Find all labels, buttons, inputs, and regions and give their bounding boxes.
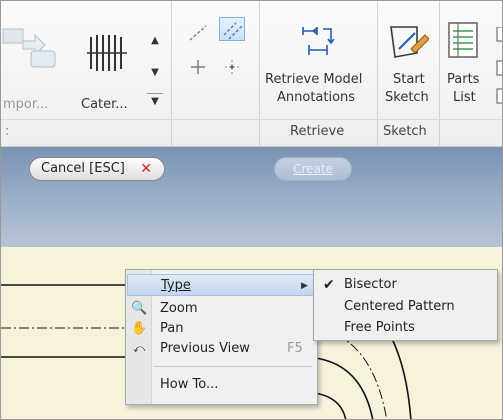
points-tool-button[interactable] [219,55,245,79]
gallery-expand[interactable]: ▼ [147,93,163,113]
ribbon-group-divider [1,119,502,120]
type-submenu: ✔ Bisector Centered Pattern Free Points [313,269,498,341]
parts-list-label-line2: List [453,90,476,105]
window: mpor... Cater... ▲ ▼ ▼ Retrieve Model An… [0,0,503,420]
gallery-scroll-down[interactable]: ▼ [147,63,163,83]
parallel-lines-icon [223,22,243,40]
start-sketch-label-line1: Start [393,72,425,87]
menu-item-previous-view[interactable]: ⤺ Previous View F5 [127,338,316,360]
diagonal-line-icon [189,25,207,41]
cancel-button[interactable]: Cancel [ESC] ✕ [29,157,165,181]
truncated-ribbon-icons [495,26,502,107]
ribbon-separator [377,1,378,147]
import-button[interactable]: mpor... [1,15,69,115]
menu-separator [154,366,312,367]
pan-hand-icon: ✋ [131,321,148,336]
retrieve-label-line2: Annotations [277,90,356,105]
import-icon [2,28,56,68]
start-sketch-label-line2: Sketch [385,90,429,105]
submenu-item-free-points-label: Free Points [344,320,415,335]
crosshair-tool-button[interactable] [185,55,211,79]
ribbon-separator [439,1,440,147]
parts-list-button[interactable]: Parts List [441,15,491,115]
create-button-label: Create [293,162,333,176]
menu-item-type[interactable]: Type ▶ [127,274,316,296]
cater-label: Cater... [81,97,128,112]
menu-item-zoom[interactable]: 🔍 Zoom [127,298,316,320]
parts-list-icon [448,22,478,58]
ribbon-separator [259,1,260,147]
parts-list-label-line1: Parts [447,72,480,87]
cater-icon [87,35,127,71]
retrieve-model-annotations-button[interactable]: Retrieve Model Annotations [261,15,373,115]
submenu-item-bisector-label: Bisector [344,277,397,292]
ribbon-separator [171,1,172,147]
submenu-arrow-icon: ▶ [301,281,308,291]
cancel-button-label: Cancel [ESC] [41,161,125,176]
cater-button[interactable]: Cater... [77,15,141,115]
menu-item-how-to-label: How To... [160,377,219,392]
submenu-item-centered-pattern-label: Centered Pattern [344,299,455,314]
menu-item-type-label: Type [161,278,191,293]
parallel-lines-tool-button[interactable] [219,17,245,41]
cancel-x-icon: ✕ [140,161,152,177]
create-button[interactable]: Create [274,157,352,181]
submenu-item-bisector[interactable]: ✔ Bisector [315,274,496,296]
checkmark-icon: ✔ [323,277,335,293]
start-sketch-button[interactable]: Start Sketch [379,15,437,115]
group-label-sketch: Sketch [383,124,427,139]
ribbon: mpor... Cater... ▲ ▼ ▼ Retrieve Model An… [1,1,502,147]
menu-item-previous-view-label: Previous View [160,341,250,356]
group-label-truncated: : [5,124,10,139]
zoom-icon: 🔍 [131,301,148,316]
import-label: mpor... [3,97,49,112]
menu-item-previous-view-shortcut: F5 [287,341,303,356]
crosshair-icon [191,60,205,74]
diagonal-line-tool-button[interactable] [185,21,211,45]
menu-item-pan[interactable]: ✋ Pan [127,318,316,340]
menu-item-how-to[interactable]: How To... [127,374,316,396]
submenu-item-centered-pattern[interactable]: Centered Pattern [315,296,496,318]
points-icon [225,60,239,74]
menu-item-zoom-label: Zoom [160,301,198,316]
retrieve-annotations-icon [302,27,335,55]
table-icon [496,26,502,104]
context-menu: Type ▶ 🔍 Zoom ✋ Pan ⤺ Previous View F5 H… [125,269,318,405]
gallery-scroll-up[interactable]: ▲ [147,31,163,51]
submenu-item-free-points[interactable]: Free Points [315,317,496,339]
menu-item-pan-label: Pan [160,321,184,336]
previous-view-icon: ⤺ [133,342,145,355]
retrieve-label-line1: Retrieve Model [265,72,363,87]
group-label-retrieve: Retrieve [290,124,345,139]
start-sketch-icon [390,26,429,58]
